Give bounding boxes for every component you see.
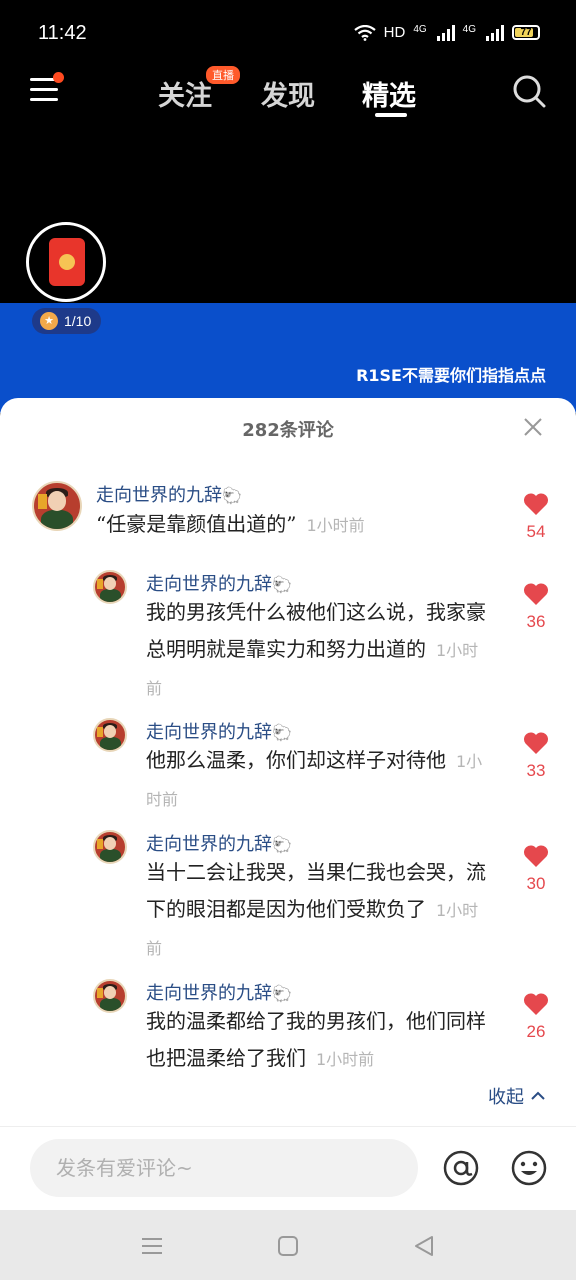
chevron-up-icon (531, 1091, 545, 1100)
wifi-icon (353, 24, 376, 41)
heart-icon (523, 845, 549, 867)
comment-username[interactable]: 走向世界的九辞🐑 (146, 979, 292, 1005)
like-button[interactable]: 30 (516, 844, 556, 894)
battery-icon: 77 (512, 25, 540, 40)
signal-icon-2 (486, 24, 504, 41)
network-type-1: 4G (413, 24, 427, 35)
heart-icon (523, 732, 549, 754)
like-button[interactable]: 54 (516, 492, 556, 542)
top-nav: 关注 直播 发现 精选 (0, 64, 576, 124)
at-icon[interactable] (442, 1149, 480, 1187)
recent-apps-icon[interactable] (140, 1234, 164, 1258)
search-icon[interactable] (512, 74, 546, 108)
collapse-label: 收起 (488, 1087, 524, 1108)
heart-icon (523, 993, 549, 1015)
menu-icon[interactable] (30, 72, 64, 104)
like-count: 33 (526, 761, 546, 780)
collapse-button[interactable]: 收起 (488, 1083, 546, 1109)
battery-level: 77 (520, 27, 532, 38)
back-icon[interactable] (412, 1234, 436, 1258)
avatar[interactable] (93, 830, 127, 864)
system-nav-bar (0, 1210, 576, 1280)
like-button[interactable]: 36 (516, 582, 556, 632)
avatar[interactable] (93, 718, 127, 752)
home-icon[interactable] (276, 1234, 300, 1258)
like-count: 26 (526, 1022, 546, 1041)
network-type-2: 4G (462, 24, 476, 35)
live-badge: 直播 (206, 66, 240, 84)
comment-username[interactable]: 走向世界的九辞🐑 (146, 830, 292, 856)
comment-text: 我的男孩凭什么被他们这么说，我家豪总明明就是靠实力和努力出道的 1小时前 (146, 600, 486, 698)
video-caption: R1SE不需要你们指指点点 (356, 366, 546, 385)
red-envelope-button[interactable] (26, 222, 106, 302)
comment-username[interactable]: 走向世界的九辞🐑 (96, 481, 242, 507)
comments-count-title: 282条评论 (242, 420, 334, 441)
like-count: 30 (526, 874, 546, 893)
status-time: 11:42 (38, 22, 87, 44)
sheep-icon: 🐑 (222, 486, 242, 505)
tab-follow[interactable]: 关注 (158, 74, 212, 113)
hd-label: HD (383, 24, 406, 41)
star-icon: ★ (40, 312, 58, 330)
sheep-icon: 🐑 (272, 984, 292, 1003)
task-progress[interactable]: ★ 1/10 (32, 308, 102, 334)
like-button[interactable]: 33 (516, 731, 556, 781)
comment-input-bar: 发条有爱评论~ (0, 1126, 576, 1210)
status-bar: 11:42 HD 4G 4G 77 (0, 0, 576, 64)
sheep-icon: 🐑 (272, 575, 292, 594)
like-count: 54 (526, 522, 546, 541)
sheep-icon: 🐑 (272, 723, 292, 742)
tab-featured[interactable]: 精选 (362, 74, 416, 113)
notification-dot (53, 72, 64, 83)
heart-icon (523, 493, 549, 515)
comment-time: 1小时前 (306, 516, 365, 535)
like-count: 36 (526, 612, 546, 631)
comment-input[interactable]: 发条有爱评论~ (30, 1139, 418, 1197)
heart-icon (523, 583, 549, 605)
like-button[interactable]: 26 (516, 992, 556, 1042)
progress-text: 1/10 (64, 313, 92, 329)
comment-username[interactable]: 走向世界的九辞🐑 (146, 718, 292, 744)
comment-text: 他那么温柔，你们却这样子对待他 1小时前 (146, 748, 483, 809)
sheep-icon: 🐑 (272, 835, 292, 854)
avatar[interactable] (32, 481, 82, 531)
comment-username[interactable]: 走向世界的九辞🐑 (146, 570, 292, 596)
red-envelope-icon (49, 238, 85, 286)
comment-text: “任豪是靠颜值出道的” 1小时前 (96, 512, 365, 536)
avatar[interactable] (93, 979, 127, 1013)
comment-time: 1小时前 (316, 1050, 375, 1069)
tab-discover[interactable]: 发现 (261, 74, 315, 113)
status-icons: HD 4G 4G 77 (353, 24, 540, 41)
comment-text: 当十二会让我哭，当果仁我也会哭，流下的眼泪都是因为他们受欺负了 1小时前 (146, 860, 486, 958)
signal-icon-1 (436, 24, 455, 41)
comment-text: 我的温柔都给了我的男孩们，他们同样也把温柔给了我们 1小时前 (146, 1009, 486, 1070)
emoji-icon[interactable] (510, 1149, 548, 1187)
avatar[interactable] (93, 570, 127, 604)
close-icon[interactable] (522, 416, 544, 438)
active-tab-indicator (375, 113, 407, 117)
